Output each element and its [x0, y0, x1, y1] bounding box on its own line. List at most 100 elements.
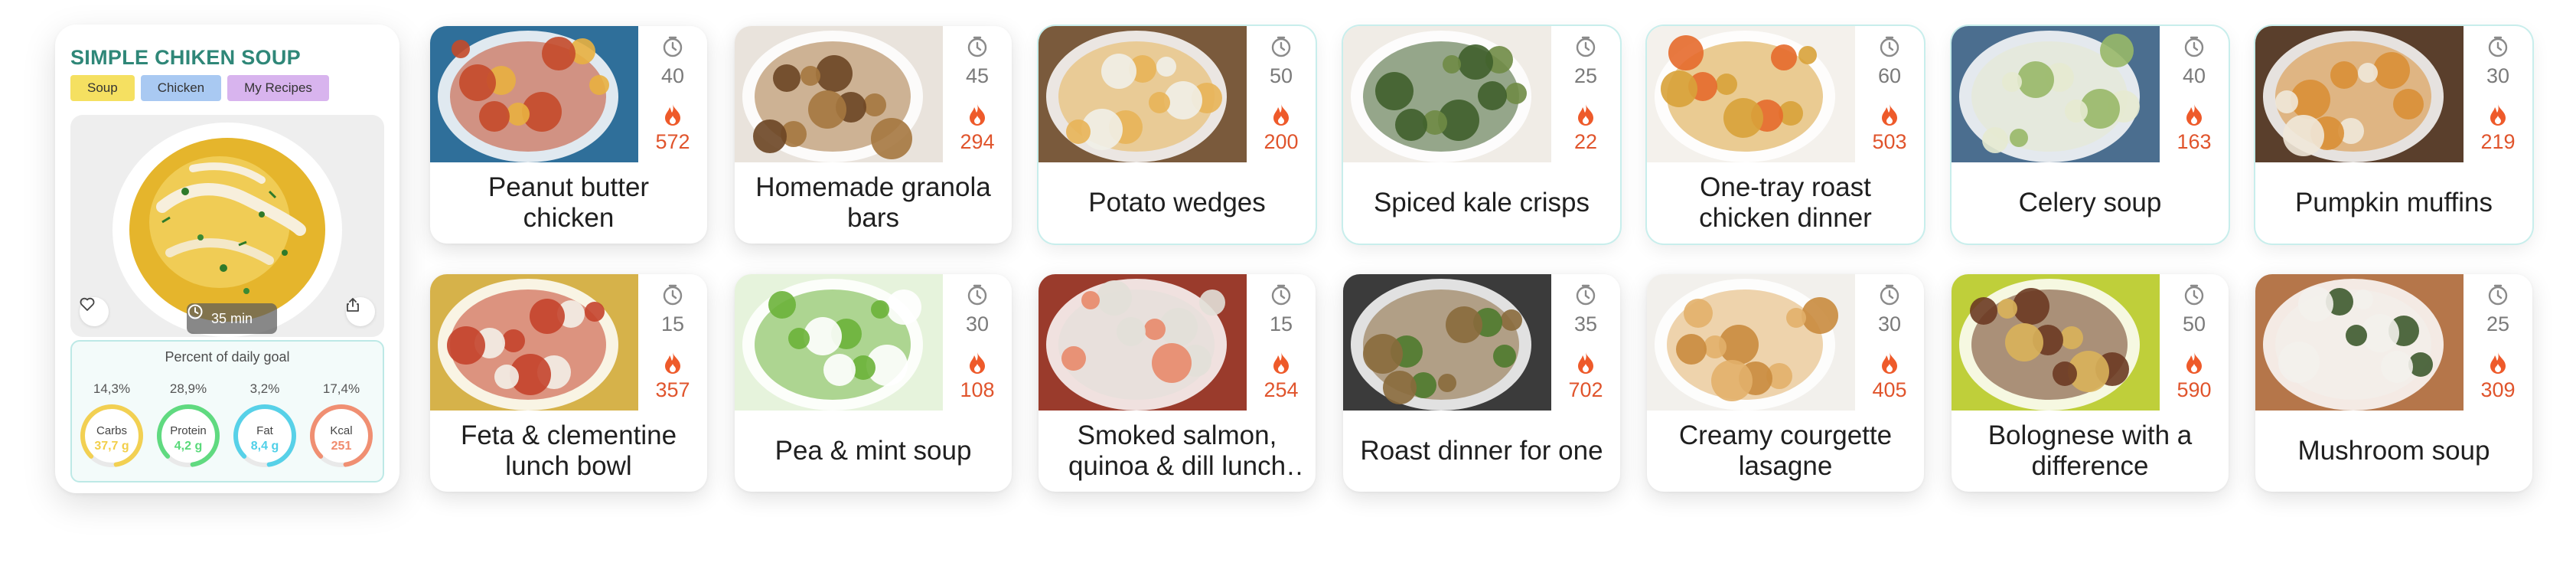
recipe-name-text: One-tray roast chicken dinner: [1699, 172, 1872, 233]
like-button[interactable]: [80, 297, 109, 326]
goal-value: 37,7 g: [94, 440, 129, 453]
flame-icon: [665, 104, 680, 126]
flame-icon: [1273, 104, 1289, 126]
recipe-card[interactable]: 15 357 Feta & clementine lunch bowl: [430, 274, 707, 492]
recipe-calories: 22: [1573, 130, 1598, 153]
recipe-stats: 50 200: [1247, 26, 1316, 162]
recipe-stats: 60 503: [1855, 26, 1924, 162]
goal-item-protein: 28,9% Protein 4,2 g: [153, 381, 223, 470]
recipe-card[interactable]: 30 405 Creamy courgette lasagne: [1647, 274, 1924, 492]
goal-percent: 28,9%: [169, 381, 207, 396]
goal-item-carbs: 14,3% Carbs 37,7 g: [77, 381, 147, 470]
recipe-minutes: 30: [1877, 312, 1902, 335]
recipe-name: Roast dinner for one: [1354, 411, 1609, 492]
recipe-stats: 15 357: [638, 274, 707, 411]
recipe-stats: 40 572: [638, 26, 707, 162]
recipe-name: Homemade granola bars: [745, 162, 1001, 244]
recipe-minutes: 25: [1573, 64, 1598, 87]
recipe-card[interactable]: 40 572 Peanut butter chicken: [430, 26, 707, 244]
flame-icon: [2490, 352, 2506, 374]
recipe-name: Feta & clementine lunch bowl: [441, 411, 696, 492]
goal-name: Carbs: [96, 424, 127, 437]
recipe-title: SIMPLE CHIKEN SOUP: [70, 46, 301, 69]
recipe-name-text: Feta & clementine lunch bowl: [460, 420, 677, 481]
timer-icon: [1576, 36, 1596, 57]
recipe-calories: 405: [1872, 378, 1907, 401]
flame-icon: [1578, 104, 1593, 126]
recipe-card[interactable]: 45 294 Homemade granola bars: [735, 26, 1012, 244]
recipe-name-text: Roast dinner for one: [1360, 436, 1603, 466]
tag-soup[interactable]: Soup: [70, 75, 135, 101]
recipe-image: [1343, 26, 1551, 162]
goal-name: Kcal: [330, 424, 353, 437]
recipe-calories: 219: [2480, 130, 2516, 153]
goal-item-kcal: 17,4% Kcal 251: [306, 381, 377, 470]
recipe-name-text: Creamy courgette lasagne: [1678, 420, 1893, 481]
recipe-photo-frame: 35 min: [70, 115, 384, 337]
recipe-card[interactable]: 30 219 Pumpkin muffins: [2255, 26, 2532, 244]
recipe-card[interactable]: 25 309 Mushroom soup: [2255, 274, 2532, 492]
recipe-minutes: 50: [1269, 64, 1293, 87]
recipe-image: [735, 26, 943, 162]
recipe-calories: 503: [1872, 130, 1907, 153]
recipe-name: Smoked salmon, quinoa & dill lunch bowl: [1049, 411, 1305, 492]
goal-ring: Protein 4,2 g: [154, 401, 223, 470]
recipe-card[interactable]: 15 254 Smoked salmon, quinoa & dill lunch …: [1039, 274, 1316, 492]
timer-icon: [2488, 284, 2508, 306]
recipe-image: [1647, 274, 1855, 411]
recipe-card[interactable]: 50 590 Bolognese with a difference: [1952, 274, 2229, 492]
recipe-name-text: Homemade granola bars: [755, 172, 991, 233]
recipe-name: Creamy courgette lasagne: [1658, 411, 1913, 492]
recipe-stats: 30 108: [943, 274, 1012, 411]
flame-icon: [1882, 104, 1897, 126]
recipe-name: Mushroom soup: [2266, 411, 2522, 492]
tag-list: Soup Chicken My Recipes: [70, 75, 329, 101]
flame-icon: [2490, 104, 2506, 126]
tag-my-recipes[interactable]: My Recipes: [227, 75, 329, 101]
recipe-card[interactable]: 30 108 Pea & mint soup: [735, 274, 1012, 492]
timer-icon: [2184, 36, 2204, 57]
cook-time-badge: 35 min: [187, 303, 277, 334]
timer-icon: [1576, 284, 1596, 306]
recipe-detail-card: SIMPLE CHIKEN SOUP Soup Chicken My Recip…: [55, 25, 399, 493]
recipe-calories: 254: [1264, 378, 1299, 401]
recipe-card[interactable]: 60 503 One-tray roast chicken dinner: [1647, 26, 1924, 244]
recipe-stats: 40 163: [2160, 26, 2229, 162]
recipe-name: Pumpkin muffins: [2266, 162, 2522, 244]
recipe-card[interactable]: 40 163 Celery soup: [1952, 26, 2229, 244]
recipe-card[interactable]: 25 22 Spiced kale crisps: [1343, 26, 1620, 244]
timer-icon: [1271, 284, 1291, 306]
recipe-card[interactable]: 50 200 Potato wedges: [1039, 26, 1316, 244]
recipe-card[interactable]: 35 702 Roast dinner for one: [1343, 274, 1620, 492]
flame-icon: [665, 352, 680, 374]
recipe-name: Spiced kale crisps: [1354, 162, 1609, 244]
recipe-name: Potato wedges: [1049, 162, 1305, 244]
recipe-name-text: Potato wedges: [1088, 188, 1266, 218]
recipe-name: Bolognese with a difference: [1962, 411, 2218, 492]
recipe-stats: 45 294: [943, 26, 1012, 162]
recipe-minutes: 30: [2486, 64, 2510, 87]
flame-icon: [1273, 352, 1289, 374]
timer-icon: [2184, 284, 2204, 306]
flame-icon: [1578, 352, 1593, 374]
daily-goal-title: Percent of daily goal: [165, 349, 290, 365]
timer-icon: [1271, 36, 1291, 57]
timer-icon: [663, 284, 683, 306]
recipe-stats: 30 219: [2464, 26, 2532, 162]
recipe-stats: 25 22: [1551, 26, 1620, 162]
recipe-image: [2255, 26, 2464, 162]
flame-icon: [1882, 352, 1897, 374]
recipe-minutes: 30: [965, 312, 990, 335]
recipe-calories: 590: [2177, 378, 2212, 401]
tag-chicken[interactable]: Chicken: [140, 75, 222, 101]
timer-icon: [967, 284, 987, 306]
share-button[interactable]: [346, 297, 375, 326]
goal-ring: Carbs 37,7 g: [77, 401, 146, 470]
recipe-name-text: Pea & mint soup: [774, 436, 972, 466]
recipe-name-text: Spiced kale crisps: [1373, 188, 1590, 218]
goal-item-fat: 3,2% Fat 8,4 g: [230, 381, 300, 470]
recipe-calories: 357: [655, 378, 690, 401]
recipe-minutes: 45: [965, 64, 990, 87]
recipe-name-text: Peanut butter chicken: [487, 172, 650, 233]
recipe-image: [430, 274, 638, 411]
